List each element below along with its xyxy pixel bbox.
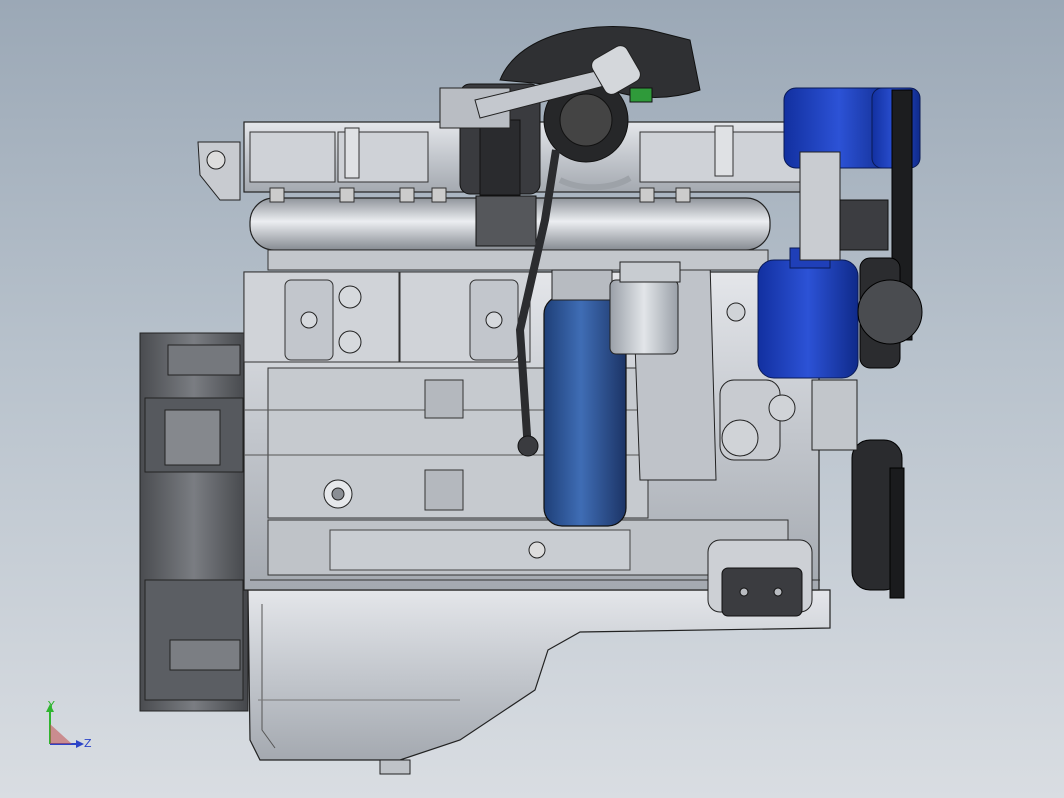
graphics-viewport[interactable]: Y Z (0, 0, 1064, 798)
blue-pump[interactable] (757, 247, 859, 379)
coordinate-triad: Y Z (46, 699, 92, 750)
dipstick-cap[interactable] (517, 435, 539, 457)
fuel-filter[interactable] (609, 261, 681, 355)
flywheel-housing[interactable] (139, 332, 249, 712)
z-axis-arrow (76, 740, 84, 748)
z-axis-label: Z (84, 737, 92, 750)
engine-model[interactable] (0, 0, 1064, 798)
engine-mount[interactable] (707, 539, 813, 617)
x-axis-wedge (50, 724, 72, 744)
oil-pan[interactable] (247, 589, 831, 775)
y-axis-label: Y (47, 699, 55, 712)
